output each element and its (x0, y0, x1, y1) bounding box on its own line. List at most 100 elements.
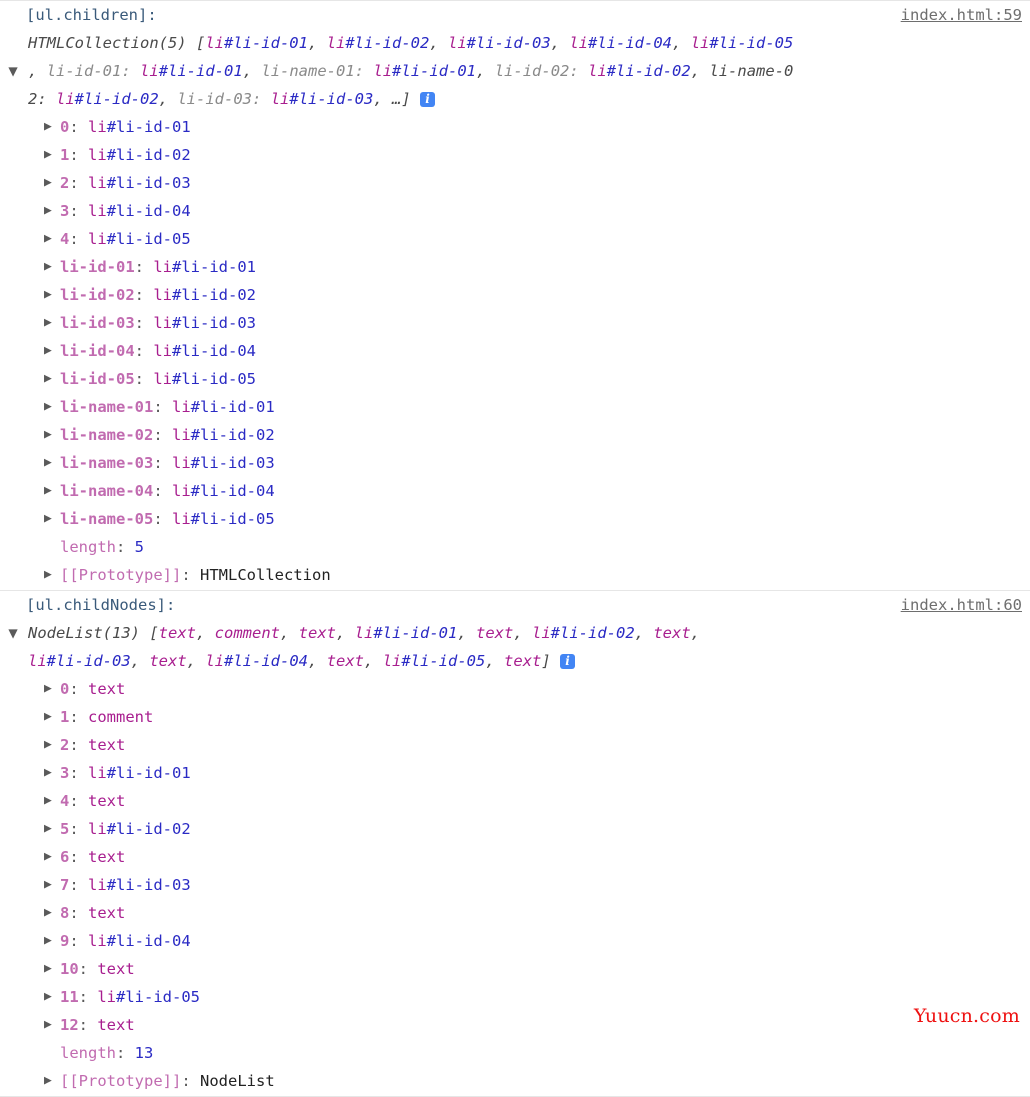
expand-toggle-icon[interactable]: ▼ (6, 57, 20, 85)
preview-punct: , (550, 34, 570, 52)
property-row[interactable]: ▶ 9: li#li-id-04 (26, 927, 1030, 955)
chevron-right-icon[interactable]: ▶ (44, 759, 56, 787)
chevron-right-icon[interactable]: ▶ (44, 871, 56, 899)
property-row[interactable]: length: 13 (26, 1039, 1030, 1067)
node-tag: li (690, 34, 710, 52)
property-row[interactable]: ▶ li-id-04: li#li-id-04 (26, 337, 1030, 365)
property-row[interactable]: ▶ 0: li#li-id-01 (26, 113, 1030, 141)
object-preview[interactable]: ▼ NodeList(13) [text, comment, text, li#l… (8, 619, 1022, 675)
key-colon: : (69, 932, 89, 950)
property-row[interactable]: ▶ 3: li#li-id-01 (26, 759, 1030, 787)
source-link[interactable]: index.html:59 (901, 1, 1022, 29)
property-row[interactable]: ▶ 2: text (26, 731, 1030, 759)
chevron-right-icon[interactable]: ▶ (44, 337, 56, 365)
node-id: #li-id-01 (106, 118, 191, 136)
expand-toggle-icon[interactable]: ▼ (6, 619, 20, 647)
chevron-right-icon[interactable]: ▶ (44, 955, 56, 983)
property-row[interactable]: ▶ 0: text (26, 675, 1030, 703)
property-row[interactable]: ▶ li-name-05: li#li-id-05 (26, 505, 1030, 533)
chevron-right-icon[interactable]: ▶ (44, 1067, 56, 1095)
chevron-right-icon[interactable]: ▶ (44, 141, 56, 169)
chevron-right-icon[interactable]: ▶ (44, 113, 56, 141)
chevron-right-icon[interactable]: ▶ (44, 731, 56, 759)
chevron-right-icon[interactable]: ▶ (44, 675, 56, 703)
preview-node: li#li-id-01 (355, 624, 458, 642)
info-icon[interactable]: i (420, 92, 436, 107)
property-row[interactable]: ▶ 7: li#li-id-03 (26, 871, 1030, 899)
chevron-right-icon[interactable]: ▶ (44, 843, 56, 871)
key-colon: : (153, 454, 172, 472)
preview-punct: , (242, 62, 262, 80)
property-row[interactable]: ▶ li-name-01: li#li-id-01 (26, 393, 1030, 421)
property-row[interactable]: ▶ 6: text (26, 843, 1030, 871)
chevron-right-icon[interactable]: ▶ (44, 393, 56, 421)
node-tag: li (532, 624, 551, 642)
chevron-right-icon[interactable]: ▶ (44, 899, 56, 927)
source-link[interactable]: index.html:60 (901, 591, 1022, 619)
chevron-right-icon[interactable]: ▶ (44, 561, 56, 589)
info-icon[interactable]: i (560, 654, 576, 669)
number-value: 13 (134, 1044, 154, 1062)
chevron-right-icon[interactable]: ▶ (44, 253, 56, 281)
property-row[interactable]: ▶ 1: comment (26, 703, 1030, 731)
property-row[interactable]: ▶ 4: text (26, 787, 1030, 815)
property-key: 2 (60, 174, 70, 192)
property-row[interactable]: ▶ 1: li#li-id-02 (26, 141, 1030, 169)
node-id: #li-id-02 (550, 624, 635, 642)
property-row[interactable]: ▶ 2: li#li-id-03 (26, 169, 1030, 197)
chevron-right-icon[interactable]: ▶ (44, 309, 56, 337)
property-row[interactable]: ▶ li-id-02: li#li-id-02 (26, 281, 1030, 309)
node-id: #li-id-01 (392, 62, 477, 80)
property-row[interactable]: ▶ 5: li#li-id-02 (26, 815, 1030, 843)
node-type: text (88, 680, 126, 698)
property-row[interactable]: ▶ li-name-03: li#li-id-03 (26, 449, 1030, 477)
node-tag: li (172, 398, 191, 416)
chevron-right-icon[interactable]: ▶ (44, 421, 56, 449)
chevron-right-icon[interactable]: ▶ (44, 281, 56, 309)
property-row[interactable]: ▶ 12: text (26, 1011, 1030, 1039)
chevron-right-icon[interactable]: ▶ (44, 815, 56, 843)
object-preview[interactable]: ▼ HTMLCollection(5) [li#li-id-01, li#li-i… (8, 29, 1022, 113)
preview-node: li#li-id-03 (28, 652, 131, 670)
property-key: length (60, 1044, 116, 1062)
chevron-right-icon[interactable]: ▶ (44, 1011, 56, 1039)
node-id: #li-id-05 (116, 988, 201, 1006)
preview-punct: [ (186, 34, 206, 52)
property-row[interactable]: ▶ li-id-03: li#li-id-03 (26, 309, 1030, 337)
property-row[interactable]: length: 5 (26, 533, 1030, 561)
chevron-right-icon[interactable]: ▶ (44, 983, 56, 1011)
property-row[interactable]: ▶ 10: text (26, 955, 1030, 983)
preview-punct (364, 62, 373, 80)
chevron-right-icon[interactable]: ▶ (44, 927, 56, 955)
node-tag: li (205, 34, 224, 52)
property-key: li-name-01 (60, 398, 154, 416)
key-colon: : (134, 286, 154, 304)
chevron-right-icon[interactable]: ▶ (44, 449, 56, 477)
chevron-right-icon[interactable]: ▶ (44, 703, 56, 731)
property-row[interactable]: ▶ li-id-01: li#li-id-01 (26, 253, 1030, 281)
property-row[interactable]: ▶ [[Prototype]]: HTMLCollection (26, 561, 1030, 589)
chevron-right-icon[interactable]: ▶ (44, 787, 56, 815)
property-row[interactable]: ▶ 8: text (26, 899, 1030, 927)
property-row[interactable]: ▶ 11: li#li-id-05 (26, 983, 1030, 1011)
node-id: #li-id-02 (74, 90, 159, 108)
preview-node: li#li-id-02 (327, 34, 430, 52)
node-id: #li-id-04 (106, 932, 191, 950)
property-row[interactable]: ▶ li-id-05: li#li-id-05 (26, 365, 1030, 393)
property-row[interactable]: ▶ [[Prototype]]: NodeList (26, 1067, 1030, 1095)
node-id: #li-id-04 (224, 652, 309, 670)
preview-punct (579, 62, 588, 80)
preview-punct: , (476, 62, 495, 80)
property-row[interactable]: ▶ li-name-02: li#li-id-02 (26, 421, 1030, 449)
key-colon: : (78, 960, 98, 978)
property-row[interactable]: ▶ li-name-04: li#li-id-04 (26, 477, 1030, 505)
chevron-right-icon[interactable]: ▶ (44, 197, 56, 225)
key-colon: : (134, 342, 154, 360)
property-row[interactable]: ▶ 4: li#li-id-05 (26, 225, 1030, 253)
chevron-right-icon[interactable]: ▶ (44, 505, 56, 533)
chevron-right-icon[interactable]: ▶ (44, 225, 56, 253)
chevron-right-icon[interactable]: ▶ (44, 477, 56, 505)
chevron-right-icon[interactable]: ▶ (44, 365, 56, 393)
chevron-right-icon[interactable]: ▶ (44, 169, 56, 197)
property-row[interactable]: ▶ 3: li#li-id-04 (26, 197, 1030, 225)
